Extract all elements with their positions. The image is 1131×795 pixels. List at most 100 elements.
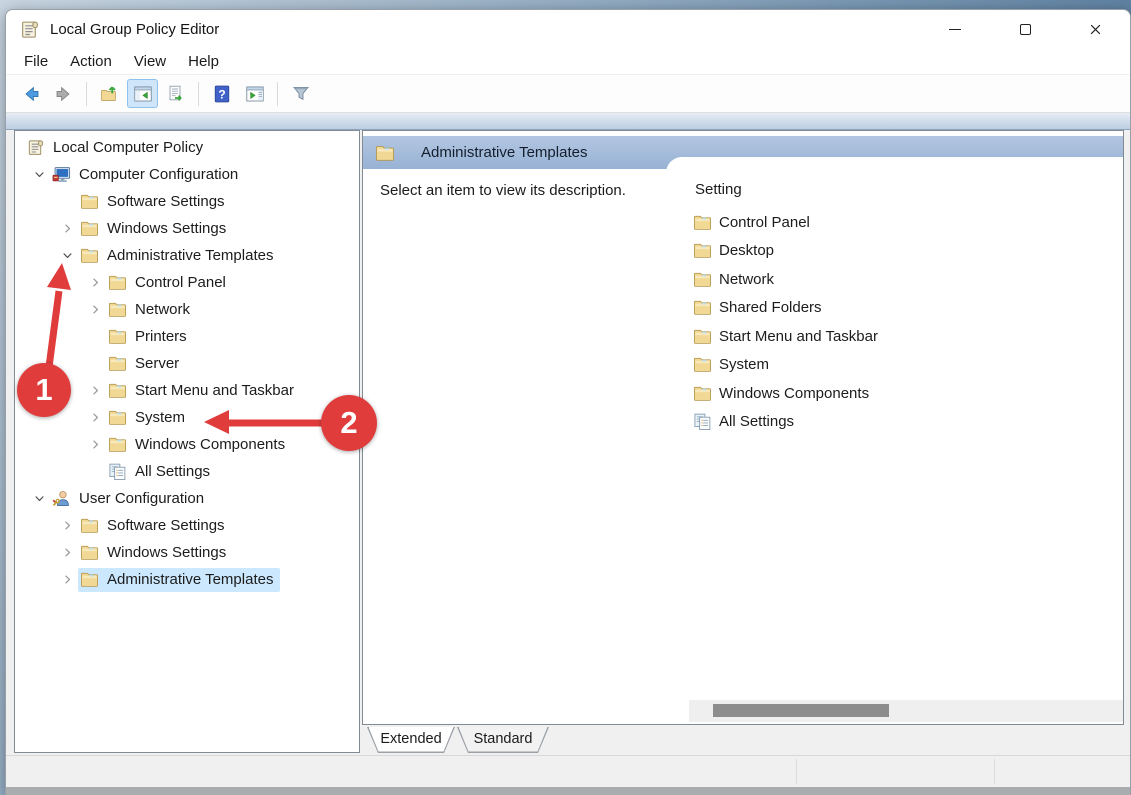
tree-item-body[interactable]: Local Computer Policy	[24, 136, 210, 160]
scrollbar-thumb[interactable]	[713, 704, 889, 717]
chevron-right-icon[interactable]	[56, 542, 78, 564]
tree-item-body[interactable]: Start Menu and Taskbar	[106, 379, 301, 403]
details-pane: Administrative Templates Select an item …	[362, 130, 1124, 725]
tree-item-windows-settings[interactable]: Windows Settings	[15, 539, 359, 566]
tree-item-user-configuration[interactable]: User Configuration	[15, 485, 359, 512]
folder-icon	[80, 570, 99, 589]
menu-file[interactable]: File	[13, 51, 59, 72]
chevron-right-icon[interactable]	[56, 218, 78, 240]
tree-item-body[interactable]: Administrative Templates	[78, 244, 280, 268]
tree-item-label: User Configuration	[79, 490, 205, 507]
help-button[interactable]	[206, 79, 237, 108]
menu-action[interactable]: Action	[59, 51, 123, 72]
setting-item-control-panel[interactable]: Control Panel	[666, 208, 1123, 237]
tree-item-administrative-templates[interactable]: Administrative Templates	[15, 566, 359, 593]
filter-icon	[291, 84, 311, 104]
maximize-button[interactable]	[990, 10, 1060, 49]
chevron-right-icon[interactable]	[56, 569, 78, 591]
tree-item-label: Network	[135, 301, 191, 318]
window-bottom-edge	[6, 787, 1130, 795]
tree-item-software-settings[interactable]: Software Settings	[15, 188, 359, 215]
back-button[interactable]	[15, 79, 46, 108]
export-list-button[interactable]	[160, 79, 191, 108]
folder-icon	[108, 354, 127, 373]
tree-item-start-menu-and-taskbar[interactable]: Start Menu and Taskbar	[15, 377, 359, 404]
setting-item-label: Shared Folders	[719, 299, 822, 317]
chevron-right-icon[interactable]	[56, 515, 78, 537]
setting-item-network[interactable]: Network	[666, 265, 1123, 294]
setting-item-windows-components[interactable]: Windows Components	[666, 379, 1123, 408]
setting-item-all-settings[interactable]: All Settings	[666, 408, 1123, 437]
forward-button[interactable]	[48, 79, 79, 108]
setting-item-label: Desktop	[719, 242, 775, 260]
tree-item-windows-settings[interactable]: Windows Settings	[15, 215, 359, 242]
show-action-pane-button[interactable]	[239, 79, 270, 108]
tree-item-body[interactable]: System	[106, 406, 192, 430]
chevron-right-icon	[89, 303, 102, 316]
settings-panel: Setting Control Panel Desktop Network Share…	[666, 157, 1123, 722]
chevron-down-icon[interactable]	[56, 245, 78, 267]
tree-item-network[interactable]: Network	[15, 296, 359, 323]
chevron-right-icon[interactable]	[84, 407, 106, 429]
up-one-level-button[interactable]	[94, 79, 125, 108]
chevron-right-icon[interactable]	[84, 380, 106, 402]
tree-item-all-settings[interactable]: All Settings	[15, 458, 359, 485]
setting-item-label: Windows Components	[719, 384, 870, 402]
tree-item-body[interactable]: Control Panel	[106, 271, 233, 295]
tree-item-software-settings[interactable]: Software Settings	[15, 512, 359, 539]
chevron-right-icon	[89, 411, 102, 424]
setting-column-header[interactable]: Setting	[695, 181, 742, 198]
status-divider	[994, 759, 995, 784]
tree-item-body[interactable]: User Configuration	[50, 487, 211, 511]
tab-extended[interactable]: Extended	[367, 727, 455, 753]
tree-item-body[interactable]: Administrative Templates	[78, 567, 281, 592]
chevron-right-icon	[61, 546, 74, 559]
chevron-down-icon[interactable]	[28, 164, 50, 186]
scroll-icon	[26, 138, 45, 157]
tree-item-body[interactable]: Windows Settings	[78, 217, 233, 241]
folder-icon	[80, 516, 99, 535]
computer-icon	[52, 165, 71, 184]
tree-item-control-panel[interactable]: Control Panel	[15, 269, 359, 296]
tree-item-body[interactable]: Windows Components	[106, 433, 292, 457]
tree-item-body[interactable]: Network	[106, 298, 197, 322]
chevron-down-icon	[33, 168, 46, 181]
chevron-down-icon[interactable]	[28, 488, 50, 510]
setting-item-system[interactable]: System	[666, 351, 1123, 380]
show-console-tree-button[interactable]	[127, 79, 158, 108]
tree-item-body[interactable]: Computer Configuration	[50, 163, 245, 187]
chevron-right-icon[interactable]	[84, 272, 106, 294]
tree-item-body[interactable]: Software Settings	[78, 514, 232, 538]
menu-view[interactable]: View	[123, 51, 177, 72]
tree-item-body[interactable]: Printers	[106, 325, 194, 349]
content-area: Local Computer Policy Computer Configurat…	[6, 130, 1130, 795]
folder-icon	[693, 355, 712, 374]
setting-item-label: Control Panel	[719, 213, 810, 231]
setting-item-shared-folders[interactable]: Shared Folders	[666, 294, 1123, 323]
tree-item-system[interactable]: System	[15, 404, 359, 431]
horizontal-scrollbar[interactable]	[689, 700, 1123, 722]
close-button[interactable]	[1060, 10, 1130, 49]
filter-button[interactable]	[285, 79, 316, 108]
tree-item-windows-components[interactable]: Windows Components	[15, 431, 359, 458]
tree-item-printers[interactable]: Printers	[15, 323, 359, 350]
setting-item-start-menu-and-taskbar[interactable]: Start Menu and Taskbar	[666, 322, 1123, 351]
tree-item-body[interactable]: Server	[106, 352, 186, 376]
tree-item-computer-configuration[interactable]: Computer Configuration	[15, 161, 359, 188]
titlebar: Local Group Policy Editor	[6, 10, 1130, 49]
folder-icon	[80, 192, 99, 211]
chevron-right-icon[interactable]	[84, 434, 106, 456]
menu-help[interactable]: Help	[177, 51, 230, 72]
minimize-button[interactable]	[920, 10, 990, 49]
tree-item-body[interactable]: Windows Settings	[78, 541, 233, 565]
tree-item-body[interactable]: All Settings	[106, 460, 217, 484]
settings-list: Control Panel Desktop Network Shared Folder…	[666, 208, 1123, 436]
tree-item-local-computer-policy[interactable]: Local Computer Policy	[15, 134, 359, 161]
tree-item-body[interactable]: Software Settings	[78, 190, 232, 214]
setting-item-desktop[interactable]: Desktop	[666, 237, 1123, 266]
tree-item-administrative-templates[interactable]: Administrative Templates	[15, 242, 359, 269]
view-tabs: Extended Standard	[367, 727, 549, 753]
chevron-right-icon[interactable]	[84, 299, 106, 321]
tree-item-server[interactable]: Server	[15, 350, 359, 377]
tab-standard[interactable]: Standard	[457, 727, 549, 753]
